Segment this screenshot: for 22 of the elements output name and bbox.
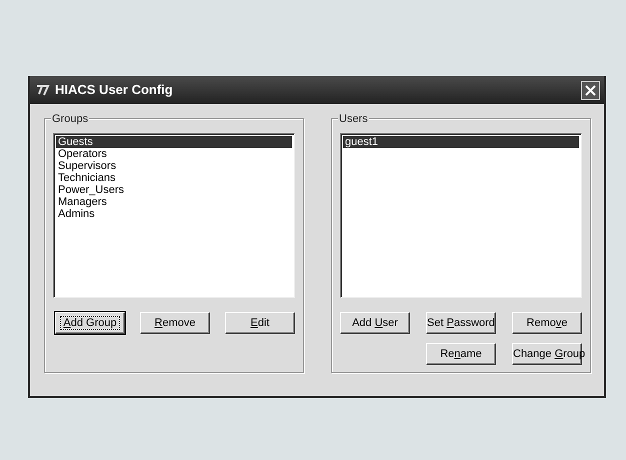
list-item[interactable]: Operators	[56, 148, 292, 160]
list-item[interactable]: Supervisors	[56, 160, 292, 172]
dialog-button[interactable]: Rename	[426, 343, 496, 365]
dialog-button[interactable]: Remove	[512, 312, 582, 334]
app-icon	[36, 84, 50, 96]
dialog-button[interactable]: Edit	[225, 312, 295, 334]
list-item[interactable]: guest1	[343, 136, 579, 148]
dialog-button[interactable]: Add User	[340, 312, 410, 334]
list-item[interactable]: Managers	[56, 196, 292, 208]
list-item[interactable]: Technicians	[56, 172, 292, 184]
close-icon	[584, 84, 597, 96]
dialog-button[interactable]: Set Password	[426, 312, 496, 334]
dialog-button[interactable]: Add Group	[55, 312, 125, 334]
frame-label: Groups	[51, 111, 90, 128]
list-box[interactable]: Guests Operators Supervisors Technicians Power_Users Managers Admins	[53, 133, 295, 298]
list-box[interactable]: guest1	[340, 133, 582, 298]
list-item[interactable]: Admins	[56, 208, 292, 220]
list-item[interactable]: Guests	[56, 136, 292, 148]
window-title: HIACS User Config	[55, 81, 173, 100]
list-item[interactable]: Power_Users	[56, 184, 292, 196]
dialog-button[interactable]: Remove	[140, 312, 210, 334]
close-button[interactable]	[581, 80, 600, 100]
